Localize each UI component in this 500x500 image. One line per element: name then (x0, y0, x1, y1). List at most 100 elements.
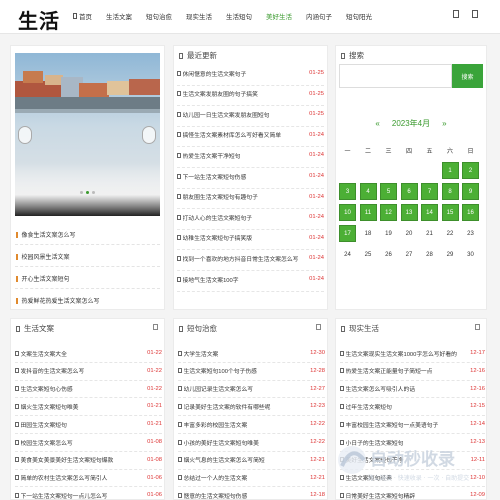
list-item[interactable]: 朋友圈生活文案短句有趣句子 01-24 (177, 192, 324, 202)
list-item[interactable]: 生活文案发朋友圈的句子搞笑 01-25 (177, 89, 324, 99)
calendar-day[interactable]: 10 (339, 204, 356, 221)
list-item-date: 12-18 (310, 492, 325, 499)
calendar-day[interactable]: 3 (339, 183, 356, 200)
list-item[interactable]: 大学生活文案 12-30 (178, 348, 325, 358)
list-item[interactable]: 烟火生活文案短句唯美 01-21 (15, 401, 162, 411)
calendar-day[interactable]: 29 (442, 246, 459, 263)
list-item[interactable]: 热爱生活文案干净短句 01-24 (177, 150, 324, 160)
list-item[interactable]: 日常美好生活文案短句精辟 12-09 (340, 490, 485, 500)
calendar-day[interactable]: 19 (380, 225, 397, 242)
calendar-day[interactable]: 16 (462, 204, 479, 221)
article-icon (340, 403, 344, 409)
calendar-day[interactable]: 5 (380, 183, 397, 200)
calendar-day[interactable]: 21 (421, 225, 438, 242)
list-item[interactable]: 丰富校园生活文案短句一点美语句子 12-14 (340, 419, 485, 429)
slider-dot[interactable] (86, 191, 89, 194)
list-item[interactable]: 搞怪生活文案素材库怎么写好看又简单 01-24 (177, 130, 324, 140)
list-item[interactable]: 下一站生活文案短句一点儿怎么写 01-06 (15, 490, 162, 500)
list-item[interactable]: 简单的农村生活文案怎么写简引人 01-06 (15, 473, 162, 483)
calendar-day[interactable]: 27 (401, 246, 418, 263)
list-item[interactable]: 生活文案现实生活文案1000字怎么写好看的 12-17 (340, 348, 485, 358)
list-item[interactable]: 文案生活文案大全 01-22 (15, 348, 162, 358)
calendar-day[interactable]: 4 (359, 183, 377, 200)
list-item[interactable]: 找到一个喜欢的地方抖音日常生活文案怎么写 01-24 (177, 253, 324, 263)
calendar-day[interactable]: 11 (359, 204, 377, 221)
list-item[interactable]: 丰富多彩的校园生活文案 12-22 (178, 419, 325, 429)
list-item[interactable]: 田园生活文案短句 01-21 (15, 419, 162, 429)
calendar-day[interactable]: 7 (421, 183, 438, 200)
featured-item[interactable]: 像食生活文案怎么写 (16, 230, 76, 239)
featured-item[interactable]: 开心生活文案短句 (16, 274, 70, 283)
list-item[interactable]: 烟火气息的生活文案怎么写简短 12-21 (178, 455, 325, 465)
list-item[interactable]: 记录美好生活文案的软件有哪些呢 12-23 (178, 401, 325, 411)
calendar-day[interactable]: 9 (462, 183, 479, 200)
list-item[interactable]: 下一站生活文案短句伤感 01-24 (177, 171, 324, 181)
list-item[interactable]: 打动人心的生活文案短句子 01-24 (177, 212, 324, 222)
list-item[interactable]: 过年生活文案短句 12-15 (340, 401, 485, 411)
search-toggle-icon[interactable] (453, 10, 459, 18)
slider-prev-button[interactable] (18, 126, 32, 144)
list-item[interactable]: 校园生活文案怎么写 01-08 (15, 437, 162, 447)
list-item-date: 12-22 (310, 421, 325, 428)
list-item-title: 丰富多彩的校园生活文案 (183, 422, 248, 429)
calendar-day[interactable]: 25 (360, 246, 377, 263)
list-item[interactable]: 幼儿园记录生活文案怎么写 12-27 (178, 384, 325, 394)
list-item[interactable]: 生活文案怎么写吸引人的话 12-16 (340, 384, 485, 394)
calendar-day[interactable]: 18 (360, 225, 377, 242)
list-item-date: 12-27 (310, 385, 325, 392)
more-icon[interactable] (153, 324, 158, 330)
divider (177, 84, 324, 86)
calendar-day[interactable]: 2 (462, 162, 479, 179)
nav-item[interactable]: 生活短句 (226, 11, 252, 21)
list-item[interactable]: 小孩的美好生活文案短句唯美 12-22 (178, 437, 325, 447)
calendar-day[interactable]: 28 (421, 246, 438, 263)
list-item-title: 幼儿园记录生活文案怎么写 (183, 387, 254, 394)
list-item[interactable]: 幼儿园一日生活文案发朋友圈短句 01-25 (177, 109, 324, 119)
calendar-day[interactable]: 23 (462, 225, 479, 242)
calendar-day[interactable]: 24 (339, 246, 356, 263)
calendar-day[interactable]: 1 (441, 162, 459, 179)
nav-item[interactable]: 首页 (73, 11, 92, 21)
slider-next-button[interactable] (142, 126, 156, 144)
slider-dot[interactable] (92, 191, 95, 194)
calendar-prev-button[interactable]: « (375, 119, 379, 128)
calendar-day[interactable]: 12 (380, 204, 397, 221)
site-logo[interactable]: 生活 (18, 5, 60, 34)
calendar-day[interactable]: 6 (400, 183, 418, 200)
list-item[interactable]: 生活文案短句心伤感 01-22 (15, 384, 162, 394)
featured-item[interactable]: 校园风景生活文案 (16, 252, 70, 261)
nav-item[interactable]: 短句阳光 (346, 11, 372, 21)
calendar-day[interactable]: 13 (400, 204, 418, 221)
calendar-day[interactable]: 20 (401, 225, 418, 242)
search-input[interactable] (339, 64, 452, 88)
featured-item[interactable]: 热爱鲜花热爱生活文案怎么写 (16, 296, 100, 305)
list-item[interactable]: 总结过一个人的生活文案 12-21 (178, 473, 325, 483)
nav-item[interactable]: 短句治愈 (146, 11, 172, 21)
calendar-day[interactable]: 26 (380, 246, 397, 263)
nav-item[interactable]: 生活文案 (106, 11, 132, 21)
calendar-day[interactable]: 17 (339, 225, 356, 242)
nav-item[interactable]: 现实生活 (186, 11, 212, 21)
list-item[interactable]: 生活文案短句100个句子伤感 12-28 (178, 366, 325, 376)
list-item[interactable]: 接地气生活文案100字 01-24 (177, 274, 324, 284)
more-icon[interactable] (316, 324, 321, 330)
calendar-day[interactable]: 22 (442, 225, 459, 242)
menu-icon[interactable] (472, 10, 478, 18)
list-item[interactable]: 美食美女美景美好生活文案短句爆款 01-08 (15, 455, 162, 465)
more-icon[interactable] (475, 324, 480, 330)
list-item[interactable]: 发抖音的生活文案怎么写 01-22 (15, 366, 162, 376)
calendar-day[interactable]: 8 (441, 183, 459, 200)
nav-item[interactable]: 内涵句子 (306, 11, 332, 21)
calendar-weekday: 三 (385, 149, 392, 155)
calendar-day[interactable]: 30 (462, 246, 479, 263)
list-item[interactable]: 幼稚生活文案短句子搞笑版 01-24 (177, 233, 324, 243)
list-item[interactable]: 热爱生活文案正能量句子简短一点 12-16 (340, 366, 485, 376)
nav-item[interactable]: 美好生活 (266, 11, 292, 21)
list-item[interactable]: 休闲惬意的生活文案句子 01-25 (177, 68, 324, 78)
calendar-next-button[interactable]: » (442, 119, 446, 128)
search-button[interactable]: 搜索 (452, 64, 483, 88)
calendar-day[interactable]: 15 (441, 204, 459, 221)
slider-dot[interactable] (80, 191, 83, 194)
list-item[interactable]: 惬意的生活文案短句伤感 12-18 (178, 490, 325, 500)
calendar-day[interactable]: 14 (421, 204, 438, 221)
